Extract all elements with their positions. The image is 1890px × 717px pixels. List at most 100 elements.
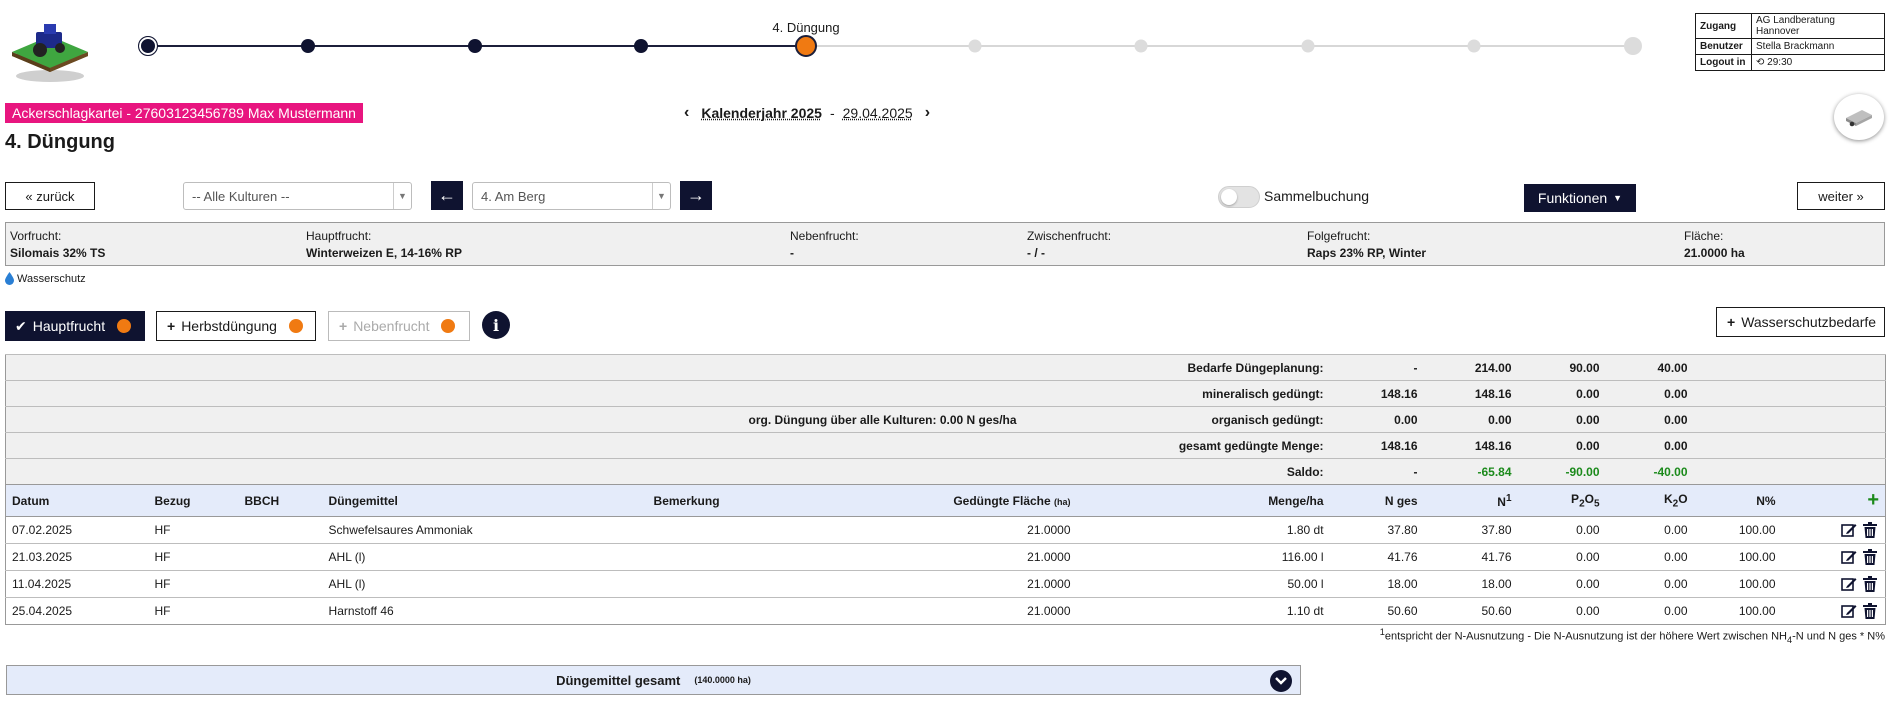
total-label: Düngemittel gesamt: [556, 672, 681, 688]
funktionen-label: Funktionen: [1537, 190, 1608, 206]
summary-label: organisch gedüngt:: [1076, 406, 1330, 433]
cell-k2o: 0.00: [1605, 570, 1694, 598]
cell-bezug: HF: [148, 597, 239, 625]
cell-menge: 1.80 dt: [1076, 516, 1330, 544]
col-bemerkung[interactable]: Bemerkung: [647, 484, 798, 517]
col-bbch[interactable]: BBCH: [238, 484, 323, 517]
logout-timer[interactable]: ⟲ 29:30: [1751, 54, 1885, 71]
field-select[interactable]: 4. Am Berg ▼: [472, 182, 671, 210]
summary-value: 0.00: [1517, 406, 1606, 433]
step-7[interactable]: [1134, 39, 1148, 53]
crop-info-bar: Vorfrucht: Silomais 32% TS Hauptfrucht: Wi…: [5, 222, 1885, 266]
add-entry-button[interactable]: +: [1781, 484, 1886, 517]
summary-label: Saldo:: [1076, 458, 1330, 485]
step-5-current[interactable]: [795, 35, 817, 57]
summary-row: gesamt gedüngte Menge: 148.16 148.16 0.00 0.…: [5, 432, 1886, 459]
wasserschutzbedarfe-label: Wasserschutzbedarfe: [1741, 314, 1877, 330]
step-1[interactable]: [138, 36, 158, 56]
cell-flaeche: 21.0000: [797, 516, 1077, 544]
cell-k2o: 0.00: [1605, 597, 1694, 625]
cell-duengemittel: AHL (l): [322, 570, 648, 598]
summary-value: -65.84: [1423, 458, 1518, 485]
step-2[interactable]: [301, 39, 315, 53]
chevron-right-icon[interactable]: ›: [921, 104, 934, 122]
chevron-down-icon[interactable]: [1270, 670, 1292, 692]
cell-n1: 50.60: [1423, 597, 1518, 625]
summary-value: -90.00: [1517, 458, 1606, 485]
trash-icon[interactable]: [1863, 576, 1879, 592]
step-3[interactable]: [468, 39, 482, 53]
next-field-button[interactable]: →: [680, 181, 712, 210]
total-area: (140.0000 ha): [694, 675, 751, 685]
table-row[interactable]: 25.04.2025 HF Harnstoff 46 21.0000 1.10 dt 50…: [5, 597, 1886, 625]
summary-value: -40.00: [1605, 458, 1694, 485]
tab-neben-label: Nebenfrucht: [353, 318, 430, 334]
trash-icon[interactable]: [1863, 549, 1879, 565]
summary-note: [322, 354, 1077, 381]
edit-icon[interactable]: [1841, 522, 1857, 538]
col-nges[interactable]: N ges: [1329, 484, 1424, 517]
cell-p2o5: 0.00: [1517, 570, 1606, 598]
summary-value: 148.16: [1329, 380, 1424, 407]
toggle-knob: [1221, 189, 1237, 205]
tab-herbstduengung[interactable]: + Herbstdüngung: [156, 311, 316, 341]
cell-npct: 100.00: [1693, 570, 1782, 598]
step-4[interactable]: [634, 39, 648, 53]
step-8[interactable]: [1301, 39, 1315, 53]
cell-datum: 25.04.2025: [5, 597, 149, 625]
trash-icon[interactable]: [1863, 522, 1879, 538]
cell-flaeche: 21.0000: [797, 543, 1077, 571]
step-10[interactable]: [1624, 37, 1642, 55]
duengemittel-total-panel[interactable]: Düngemittel gesamt (140.0000 ha): [6, 665, 1301, 695]
summary-value: 0.00: [1605, 406, 1694, 433]
col-duengemittel[interactable]: Düngemittel: [322, 484, 648, 517]
calendar-year[interactable]: Kalenderjahr 2025: [701, 105, 822, 121]
step-9[interactable]: [1467, 39, 1481, 53]
step-6[interactable]: [968, 39, 982, 53]
summary-label: mineralisch gedüngt:: [1076, 380, 1330, 407]
back-button[interactable]: « zurück: [5, 182, 95, 210]
prev-field-button[interactable]: ←: [431, 181, 463, 210]
avatar[interactable]: [1834, 94, 1884, 140]
sammelbuchung-label: Sammelbuchung: [1264, 188, 1370, 204]
edit-icon[interactable]: [1841, 576, 1857, 592]
status-dot-icon: [117, 319, 132, 333]
col-p2o5[interactable]: P2O5: [1517, 484, 1606, 517]
summary-row: Bedarfe Düngeplanung: -214.00 90.00 40.00: [5, 354, 1886, 381]
edit-icon[interactable]: [1841, 603, 1857, 619]
vorfrucht: Vorfrucht: Silomais 32% TS: [10, 229, 106, 260]
kulturen-select-value: -- Alle Kulturen --: [192, 188, 290, 204]
col-flaeche[interactable]: Gedüngte Fläche (ha): [797, 484, 1077, 517]
summary-row: mineralisch gedüngt: 148.16 148.16 0.00 0.00: [5, 380, 1886, 407]
col-n1[interactable]: N1: [1423, 484, 1518, 517]
funktionen-button[interactable]: Funktionen ▼: [1524, 184, 1636, 212]
cell-npct: 100.00: [1693, 543, 1782, 571]
current-date[interactable]: 29.04.2025: [843, 105, 913, 121]
sammelbuchung-toggle[interactable]: [1218, 186, 1260, 208]
col-datum[interactable]: Datum: [5, 484, 149, 517]
caret-down-icon: ▼: [652, 183, 670, 209]
table-row[interactable]: 07.02.2025 HF Schwefelsaures Ammoniak 21.00…: [5, 516, 1886, 544]
wasserschutzbedarfe-button[interactable]: + Wasserschutzbedarfe: [1716, 307, 1885, 337]
table-row[interactable]: 11.04.2025 HF AHL (l) 21.0000 50.00 l 18.00 18…: [5, 570, 1886, 598]
plus-icon: +: [1867, 489, 1880, 511]
kulturen-select[interactable]: -- Alle Kulturen -- ▼: [183, 182, 412, 210]
next-button[interactable]: weiter »: [1797, 182, 1885, 210]
col-bezug[interactable]: Bezug: [148, 484, 239, 517]
summary-note: [322, 432, 1077, 459]
cell-k2o: 0.00: [1605, 543, 1694, 571]
check-icon: ✔: [15, 317, 27, 334]
tab-hauptfrucht[interactable]: ✔ Hauptfrucht: [5, 311, 145, 341]
edit-icon[interactable]: [1841, 549, 1857, 565]
plus-icon: +: [167, 318, 176, 334]
summary-row: Saldo: - -65.84 -90.00 -40.00: [5, 458, 1886, 485]
chevron-left-icon[interactable]: ‹: [680, 104, 693, 122]
col-k2o[interactable]: K2O: [1605, 484, 1694, 517]
col-menge[interactable]: Menge/ha: [1076, 484, 1330, 517]
cell-menge: 1.10 dt: [1076, 597, 1330, 625]
table-row[interactable]: 21.03.2025 HF AHL (l) 21.0000 116.00 l 41.76 4…: [5, 543, 1886, 571]
col-npct[interactable]: N%: [1693, 484, 1782, 517]
info-icon[interactable]: i: [482, 311, 510, 339]
summary-value: 0.00: [1517, 380, 1606, 407]
trash-icon[interactable]: [1863, 603, 1879, 619]
